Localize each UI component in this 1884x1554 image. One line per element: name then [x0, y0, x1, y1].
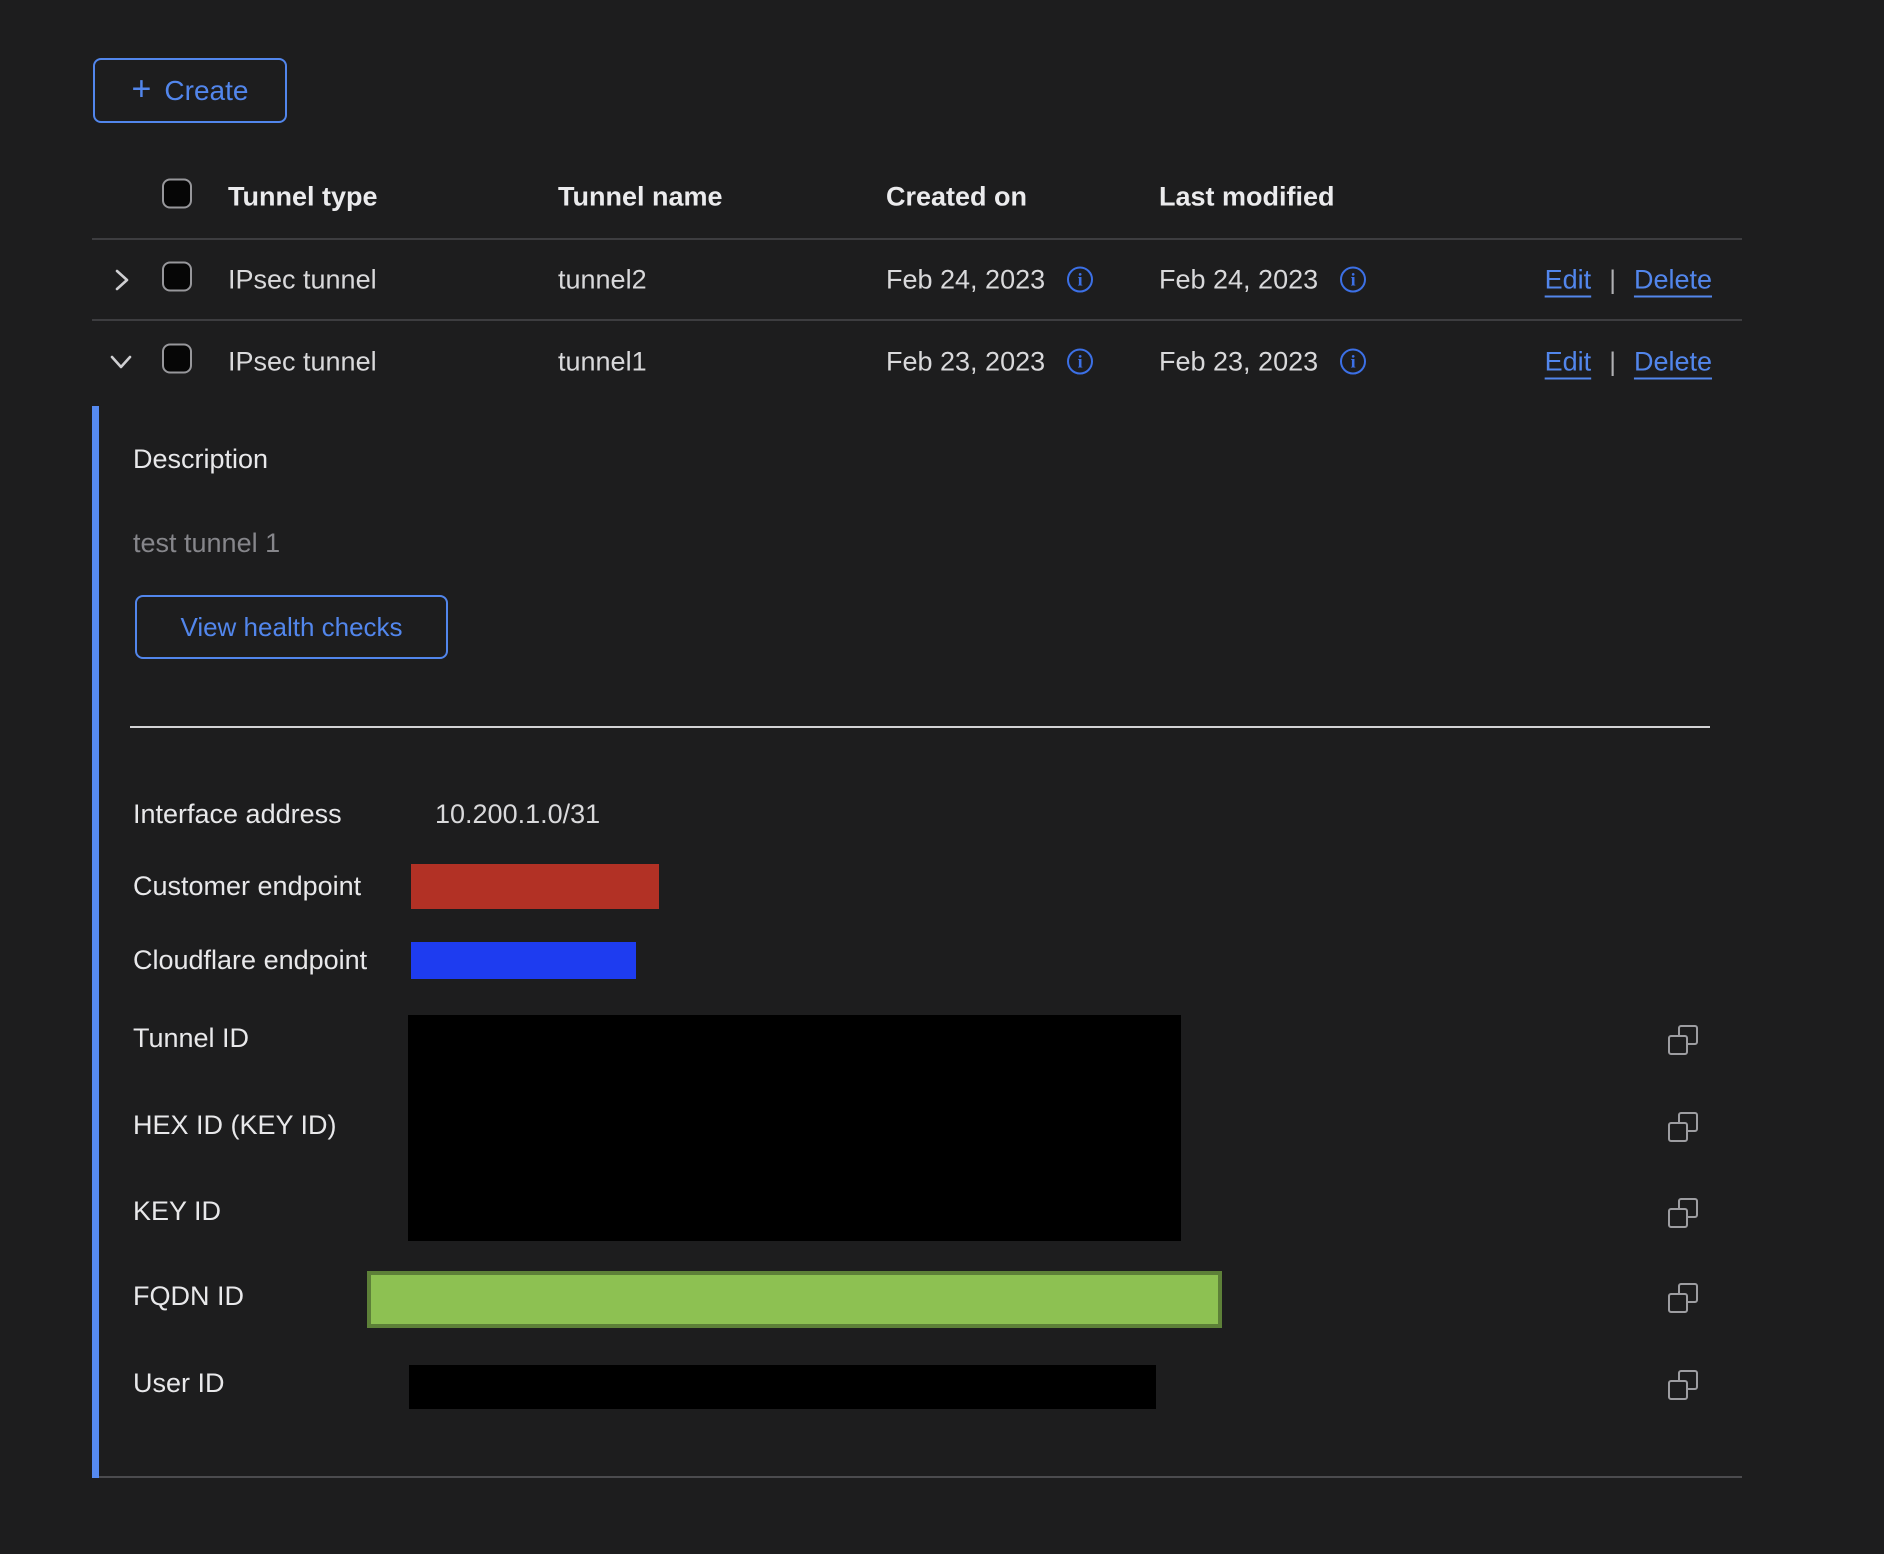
tunnel-name-value: tunnel1: [558, 346, 647, 377]
expander-accent-bar: [92, 406, 99, 1478]
action-separator: |: [1609, 346, 1616, 377]
table-row-tunnel2: IPsec tunnel tunnel2 Feb 24, 2023 i Feb …: [92, 240, 1742, 321]
delete-link[interactable]: Delete: [1634, 264, 1712, 295]
last-modified-value: Feb 24, 2023: [1159, 264, 1318, 295]
tunnel-type-value: IPsec tunnel: [228, 346, 377, 377]
description-value: test tunnel 1: [133, 526, 280, 560]
info-icon[interactable]: i: [1067, 267, 1093, 293]
customer-endpoint-label: Customer endpoint: [133, 869, 361, 903]
customer-endpoint-redacted-value: [411, 864, 659, 909]
tunnel-type-value: IPsec tunnel: [228, 264, 377, 295]
cloudflare-endpoint-label: Cloudflare endpoint: [133, 943, 367, 977]
table-row-tunnel1: IPsec tunnel tunnel1 Feb 23, 2023 i Feb …: [92, 321, 1742, 402]
row-checkbox[interactable]: [162, 261, 192, 291]
copy-user-id-icon[interactable]: [1668, 1370, 1698, 1400]
hex-id-label: HEX ID (KEY ID): [133, 1108, 337, 1142]
action-separator: |: [1609, 264, 1616, 295]
tunnel-id-label: Tunnel ID: [133, 1021, 249, 1055]
header-created-on: Created on: [886, 181, 1027, 212]
create-button-label: Create: [164, 75, 248, 107]
table-header-row: Tunnel type Tunnel name Created on Last …: [92, 155, 1742, 240]
select-all-checkbox[interactable]: [162, 178, 192, 208]
tunnels-table: Tunnel type Tunnel name Created on Last …: [92, 155, 1742, 1478]
chevron-right-icon[interactable]: [106, 265, 136, 295]
plus-icon: +: [132, 72, 152, 106]
user-id-label: User ID: [133, 1366, 225, 1400]
copy-key-id-icon[interactable]: [1668, 1198, 1698, 1228]
user-id-redacted-value: [409, 1365, 1156, 1409]
interface-address-value: 10.200.1.0/31: [435, 797, 600, 831]
info-icon[interactable]: i: [1067, 349, 1093, 375]
created-on-value: Feb 23, 2023: [886, 346, 1045, 377]
description-label: Description: [133, 442, 268, 476]
created-on-value: Feb 24, 2023: [886, 264, 1045, 295]
last-modified-value: Feb 23, 2023: [1159, 346, 1318, 377]
header-last-modified: Last modified: [1159, 181, 1335, 212]
interface-address-label: Interface address: [133, 797, 342, 831]
fqdn-id-label: FQDN ID: [133, 1279, 244, 1313]
info-icon[interactable]: i: [1340, 349, 1366, 375]
key-id-label: KEY ID: [133, 1194, 221, 1228]
edit-link[interactable]: Edit: [1545, 264, 1592, 295]
view-health-checks-button[interactable]: View health checks: [135, 595, 448, 659]
header-tunnel-type: Tunnel type: [228, 181, 378, 212]
info-icon[interactable]: i: [1340, 267, 1366, 293]
edit-link[interactable]: Edit: [1545, 346, 1592, 377]
create-button[interactable]: + Create: [93, 58, 287, 123]
row-checkbox[interactable]: [162, 343, 192, 373]
copy-hex-id-icon[interactable]: [1668, 1112, 1698, 1142]
tunnel-hex-key-id-redacted-values: [408, 1015, 1181, 1241]
copy-tunnel-id-icon[interactable]: [1668, 1025, 1698, 1055]
chevron-down-icon[interactable]: [106, 347, 136, 377]
delete-link[interactable]: Delete: [1634, 346, 1712, 377]
cloudflare-endpoint-redacted-value: [411, 942, 636, 979]
divider: [130, 726, 1710, 728]
tunnels-page: + Create Tunnel type Tunnel name Created…: [0, 0, 1884, 1554]
header-tunnel-name: Tunnel name: [558, 181, 723, 212]
tunnel-name-value: tunnel2: [558, 264, 647, 295]
copy-fqdn-id-icon[interactable]: [1668, 1283, 1698, 1313]
fqdn-id-redacted-value: [367, 1271, 1222, 1328]
tunnel-details-panel: Description test tunnel 1 View health ch…: [92, 402, 1742, 1478]
